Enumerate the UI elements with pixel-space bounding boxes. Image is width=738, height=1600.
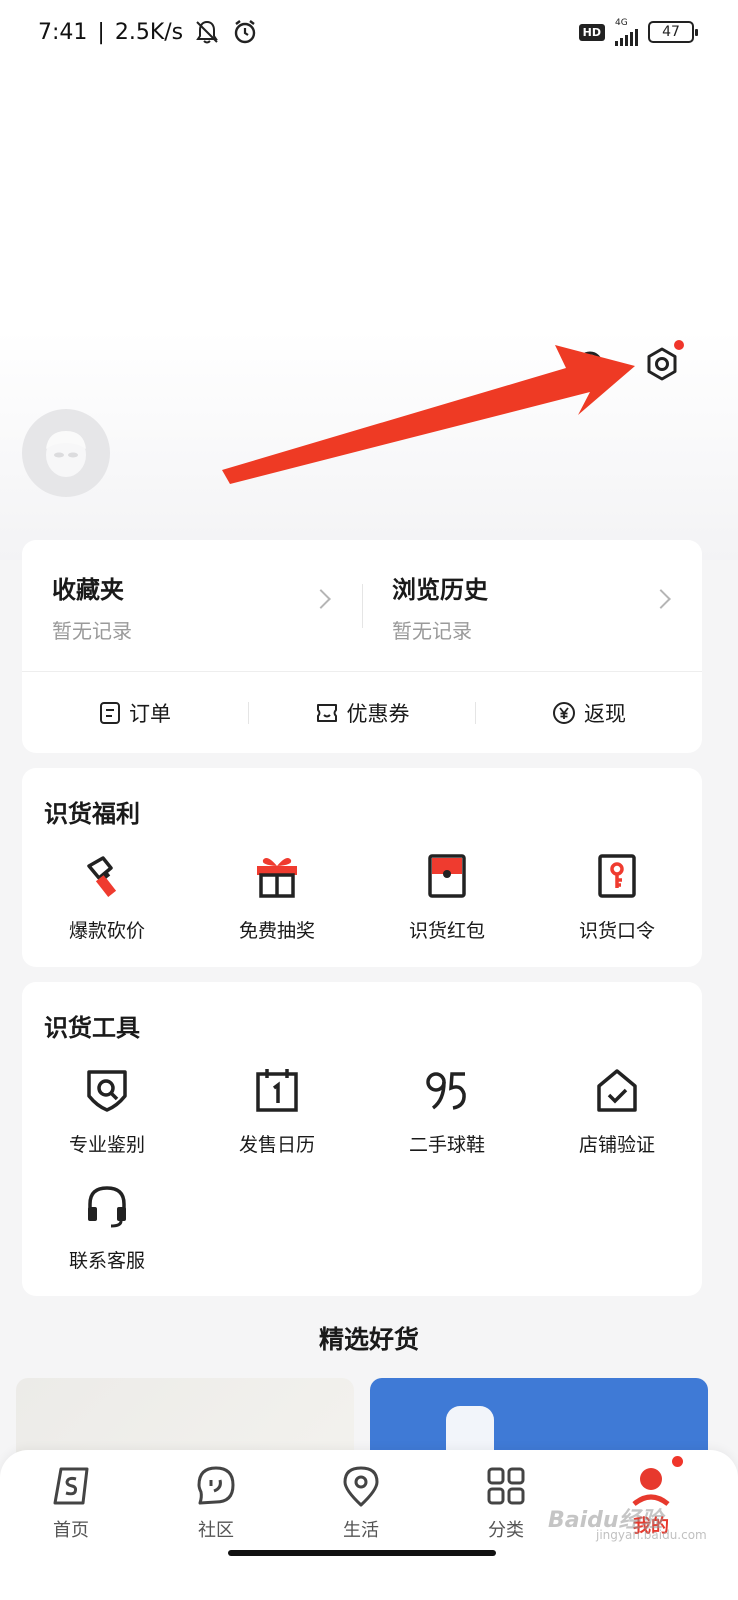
network-label: 4G: [615, 18, 628, 28]
cashback-label: 返现: [584, 701, 626, 726]
orders-link[interactable]: 订单: [22, 698, 248, 728]
customer-service-item[interactable]: 联系客服: [22, 1182, 192, 1273]
battery-level: 47: [662, 24, 680, 40]
status-time: 7:41: [38, 19, 88, 45]
authenticate-label: 专业鉴别: [68, 1134, 145, 1156]
tools-title: 识货工具: [44, 1014, 140, 1042]
coupon-icon: [316, 703, 337, 722]
message-icon[interactable]: [572, 346, 608, 382]
home-indicator: [228, 1550, 496, 1556]
calendar-label: 发售日历: [238, 1134, 315, 1156]
axe-icon: [87, 856, 117, 897]
favorites-entry[interactable]: 收藏夹 暂无记录: [52, 570, 132, 644]
orders-label: 订单: [129, 701, 171, 726]
coupons-link[interactable]: 优惠券: [249, 698, 475, 728]
featured-title: 精选好货: [318, 1325, 419, 1354]
home-icon: [53, 1467, 89, 1505]
status-speed: 2.5K/s: [114, 19, 184, 45]
hd-badge: HD: [578, 23, 605, 41]
battery-icon: 47: [648, 21, 698, 43]
tab-home-label: 首页: [53, 1520, 89, 1541]
cashback-link[interactable]: 返现: [476, 698, 702, 728]
history-entry[interactable]: 浏览历史 暂无记录: [392, 570, 488, 644]
alarm-icon: [234, 20, 256, 44]
lottery-label: 免费抽奖: [238, 920, 315, 942]
community-icon: [197, 1466, 235, 1505]
welfare-card: 识货福利 爆款砍价 免费抽奖 识货红包 识货口令: [22, 768, 702, 967]
headset-icon: [88, 1186, 126, 1228]
status-left: 7:41 | 2.5K/s: [38, 18, 259, 46]
secondhand-label: 二手球鞋: [408, 1134, 485, 1156]
settings-icon[interactable]: [644, 340, 684, 382]
settings-badge: [674, 340, 684, 350]
bell-muted-icon: [196, 20, 218, 44]
status-separator: |: [97, 19, 105, 45]
shop-verify-label: 店铺验证: [578, 1134, 655, 1156]
red-packet-item[interactable]: 识货红包: [362, 852, 532, 943]
history-subtitle: 暂无记录: [392, 619, 472, 643]
tab-home[interactable]: 首页: [21, 1464, 121, 1542]
status-bar: 7:41 | 2.5K/s HD 4G 47: [0, 0, 738, 64]
records-card: 收藏夹 暂无记录 浏览历史 暂无记录 订单 优惠券 返现: [22, 540, 702, 753]
favorites-title: 收藏夹: [52, 576, 124, 604]
secondhand-item[interactable]: 二手球鞋: [362, 1066, 532, 1157]
secondhand-icon: [426, 1072, 466, 1110]
calendar-item[interactable]: 发售日历: [192, 1066, 362, 1157]
tab-category-label: 分类: [488, 1520, 524, 1541]
customer-service-label: 联系客服: [68, 1250, 145, 1272]
key-code-icon: [598, 854, 636, 898]
profile-badge: [672, 1456, 683, 1467]
welfare-title: 识货福利: [44, 800, 140, 828]
code-item[interactable]: 识货口令: [532, 852, 702, 943]
category-icon: [487, 1467, 525, 1505]
avatar[interactable]: [22, 409, 110, 497]
tab-category[interactable]: 分类: [456, 1464, 556, 1542]
red-packet-icon: [428, 854, 466, 898]
coupons-label: 优惠券: [346, 701, 410, 726]
order-icon: [100, 701, 120, 724]
gift-icon: [257, 858, 297, 898]
calendar-icon: [256, 1069, 298, 1112]
profile-header-background: [0, 0, 738, 560]
favorites-chevron-icon: [311, 589, 331, 609]
shop-verify-icon: [597, 1069, 637, 1112]
authenticate-item[interactable]: 专业鉴别: [22, 1066, 192, 1157]
bargain-item[interactable]: 爆款砍价: [22, 852, 192, 943]
divider: [362, 584, 363, 628]
favorites-subtitle: 暂无记录: [52, 619, 132, 643]
bargain-label: 爆款砍价: [68, 920, 145, 942]
history-chevron-icon: [651, 589, 671, 609]
status-right: HD 4G 47: [578, 18, 698, 46]
lottery-item[interactable]: 免费抽奖: [192, 852, 362, 943]
code-label: 识货口令: [578, 920, 655, 942]
signal-icon: [615, 28, 638, 46]
network-indicator: 4G: [615, 18, 638, 46]
quick-links: 订单 优惠券 返现: [22, 672, 702, 753]
tab-life-label: 生活: [343, 1520, 379, 1541]
tab-community[interactable]: 社区: [166, 1464, 266, 1542]
tab-life[interactable]: 生活: [311, 1464, 411, 1542]
tools-card: 识货工具 专业鉴别 发售日历 二手球鞋 店铺验证 联系客服: [22, 982, 702, 1296]
red-packet-label: 识货红包: [408, 920, 485, 942]
shop-verify-item[interactable]: 店铺验证: [532, 1066, 702, 1157]
watermark-url: jingyan.baidu.com: [596, 1528, 707, 1542]
location-icon: [343, 1466, 379, 1507]
authenticate-icon: [87, 1070, 127, 1112]
cashback-icon: [553, 701, 575, 724]
history-title: 浏览历史: [392, 576, 488, 604]
tab-community-label: 社区: [198, 1520, 234, 1541]
